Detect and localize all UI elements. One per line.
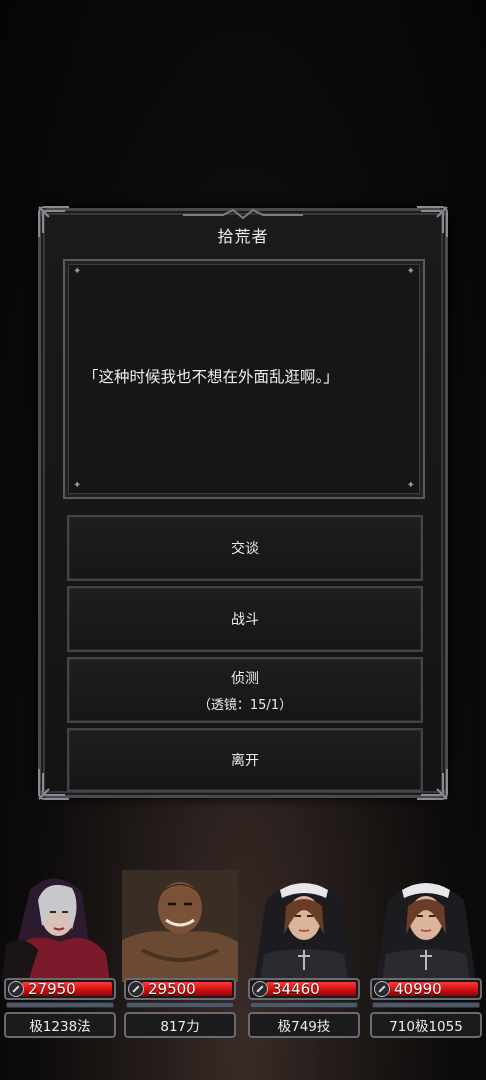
talk-button-label: 交谈 (231, 541, 259, 557)
nun-portrait-icon (246, 870, 362, 982)
fight-button[interactable]: 战斗 (67, 586, 423, 652)
mp-bar (6, 1002, 114, 1008)
sparkle-icon: ✦ (406, 480, 415, 491)
leave-button[interactable]: 离开 (67, 728, 423, 792)
talk-button[interactable]: 交谈 (67, 515, 423, 581)
hp-bar: 29500 (124, 978, 236, 1000)
nun-portrait-icon (368, 870, 484, 982)
detect-lens-count: （透镜：15/1） (197, 697, 293, 713)
stat-label: 817力 (124, 1012, 236, 1038)
detect-button[interactable]: 侦测 （透镜：15/1） (67, 657, 423, 723)
sword-icon (8, 981, 24, 997)
hp-value: 40990 (394, 980, 442, 998)
dialog-message: 「这种时候我也不想在外面乱逛啊。」 (83, 368, 339, 386)
sparkle-icon: ✦ (73, 480, 82, 491)
leave-button-label: 离开 (231, 753, 259, 769)
fight-button-label: 战斗 (231, 612, 259, 628)
dialog-title: 拾荒者 (217, 227, 269, 246)
mp-bar (126, 1002, 234, 1008)
encounter-dialog: 拾荒者 ✦ ✦ ✦ ✦ 「这种时候我也不想在外面乱逛啊。」 交谈 战斗 侦测 （… (37, 206, 448, 801)
dialog-title-bar: 拾荒者 (41, 208, 445, 255)
sword-icon (252, 981, 268, 997)
hp-value: 34460 (272, 980, 320, 998)
stat-label: 极749技 (248, 1012, 360, 1038)
frame-ornament-icon (37, 767, 71, 801)
sparkle-icon: ✦ (73, 266, 82, 277)
stat-label: 710极1055 (370, 1012, 482, 1038)
hp-bar: 27950 (4, 978, 116, 1000)
sword-icon (128, 981, 144, 997)
detect-button-label: 侦测 (231, 670, 259, 687)
mp-bar (372, 1002, 480, 1008)
sword-icon (374, 981, 390, 997)
crest-ornament-icon (183, 207, 303, 221)
party-member-4[interactable]: 40990 710极1055 (368, 870, 484, 1040)
party-member-2[interactable]: 29500 817力 (122, 870, 238, 1040)
sparkle-icon: ✦ (406, 266, 415, 277)
party-member-3[interactable]: 34460 极749技 (246, 870, 362, 1040)
party-member-1[interactable]: 27950 极1238法 (2, 870, 118, 1040)
hp-bar: 34460 (248, 978, 360, 1000)
hp-bar: 40990 (370, 978, 482, 1000)
hp-value: 27950 (28, 980, 76, 998)
brute-portrait-icon (122, 870, 238, 982)
party-bar: 27950 极1238法 29500 817力 34460 极749技 4099… (0, 870, 486, 1040)
mp-bar (250, 1002, 358, 1008)
hp-value: 29500 (148, 980, 196, 998)
message-panel: ✦ ✦ ✦ ✦ 「这种时候我也不想在外面乱逛啊。」 (63, 259, 425, 499)
sorceress-portrait-icon (2, 870, 118, 982)
stat-label: 极1238法 (4, 1012, 116, 1038)
